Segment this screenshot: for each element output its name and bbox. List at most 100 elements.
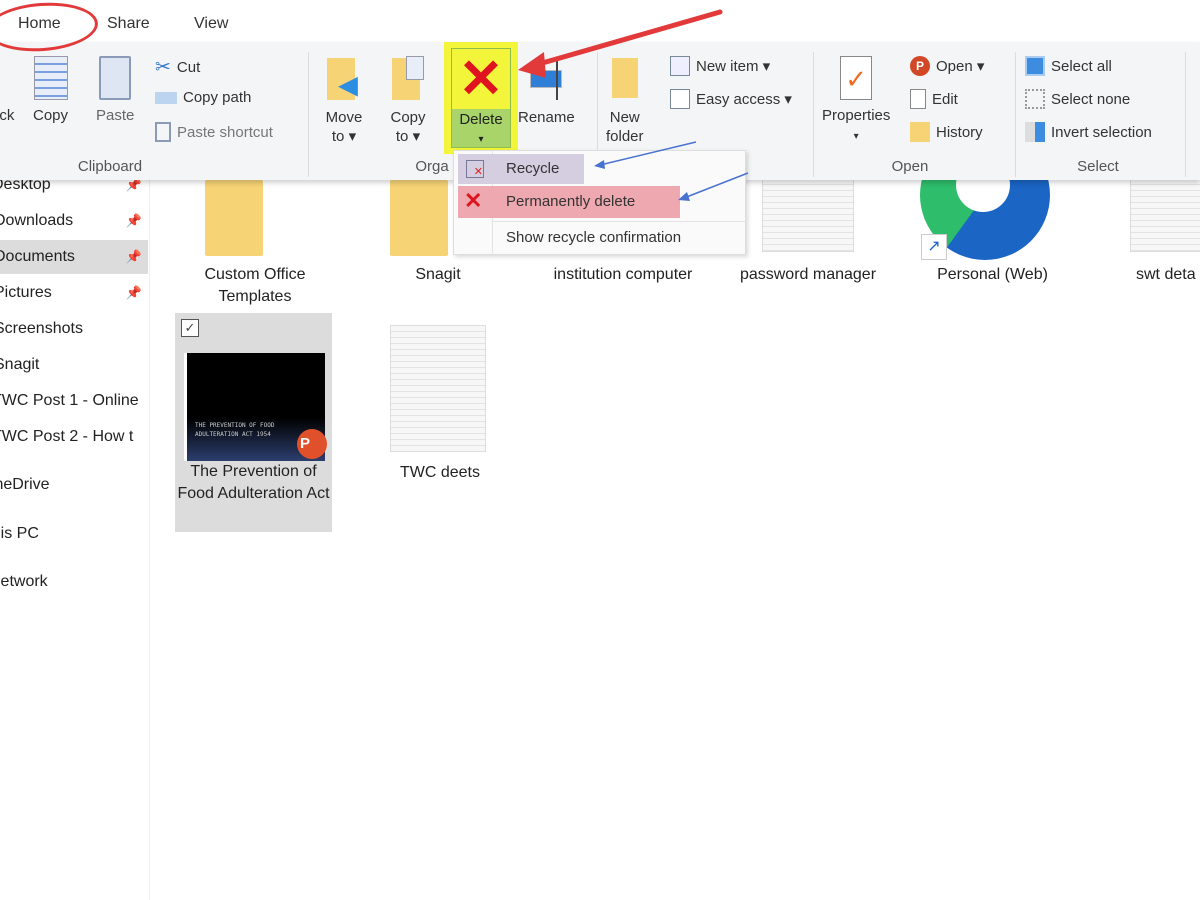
- edit-icon: [910, 89, 926, 109]
- history-label: History: [936, 123, 983, 141]
- file-item[interactable]: swt deta: [1110, 160, 1200, 310]
- copy-label: Copy: [33, 107, 69, 124]
- new-item-button[interactable]: New item ▾: [670, 56, 770, 76]
- rename-label: Rename: [518, 109, 575, 126]
- properties-icon: ✓: [840, 56, 873, 100]
- rename-icon: [526, 56, 566, 102]
- pin-icon: 📌: [125, 213, 142, 228]
- x-icon: ✕: [464, 188, 483, 213]
- pin-quick-access-button[interactable]: ick: [0, 66, 14, 125]
- history-button[interactable]: History: [910, 122, 983, 142]
- select-all-label: Select all: [1051, 57, 1112, 75]
- sidebar-item-this-pc[interactable]: This PC: [0, 519, 148, 549]
- file-item[interactable]: ↗ Personal (Web): [915, 130, 1070, 310]
- recycle-bin-icon: ✕: [466, 160, 484, 178]
- new-folder-button[interactable]: New folder: [606, 58, 644, 146]
- copy-to-label-2: to ▾: [395, 128, 421, 145]
- menu-item-show-recycle-confirmation[interactable]: Show recycle confirmation: [494, 223, 681, 253]
- new-folder-label-2: folder: [606, 128, 644, 145]
- file-name: password manager: [739, 266, 877, 283]
- paste-icon: [99, 56, 132, 100]
- open-label: Open ▾: [936, 58, 985, 75]
- thumbnail-text: THE PREVENTION OF FOOD ADULTERATION ACT …: [195, 422, 275, 438]
- copy-to-button[interactable]: Copy to ▾: [388, 56, 428, 146]
- sidebar-item-downloads[interactable]: Downloads 📌: [0, 206, 148, 236]
- sidebar-item-pictures[interactable]: Pictures 📌: [0, 278, 148, 308]
- edit-button[interactable]: Edit: [910, 89, 958, 109]
- easy-access-icon: [670, 89, 690, 109]
- file-item-selected[interactable]: ✓ THE PREVENTION OF FOOD ADULTERATION AC…: [175, 313, 332, 532]
- cut-button[interactable]: ✂ Cut: [155, 56, 200, 79]
- divider: [308, 52, 309, 177]
- select-all-icon: [1025, 56, 1045, 76]
- paste-shortcut-button[interactable]: Paste shortcut: [155, 122, 273, 142]
- delete-label: Delete: [459, 111, 503, 128]
- file-item[interactable]: TWC deets: [370, 325, 510, 495]
- history-icon: [910, 122, 930, 142]
- menu-item-recycle[interactable]: ✕ Recycle: [458, 154, 584, 184]
- copy-to-icon: [388, 56, 428, 102]
- scissors-icon: ✂: [155, 57, 171, 78]
- sidebar-item-documents[interactable]: Documents 📌: [0, 240, 148, 274]
- select-all-button[interactable]: Select all: [1025, 56, 1112, 76]
- sidebar-item-label: Downloads: [0, 212, 74, 229]
- shortcut-arrow-icon: ↗: [921, 234, 947, 260]
- new-folder-label: New: [609, 109, 640, 126]
- open-button[interactable]: P Open ▾: [910, 56, 984, 76]
- pin-icon: 📌: [125, 285, 142, 300]
- permanently-delete-label: Permanently delete: [506, 193, 636, 210]
- divider: [813, 52, 814, 177]
- file-name: Custom Office Templates: [204, 266, 306, 305]
- new-item-label: New item ▾: [696, 58, 771, 75]
- move-to-label-2: to ▾: [331, 128, 357, 145]
- folder-icon: [390, 180, 448, 256]
- file-name: institution computer: [553, 266, 693, 283]
- properties-arrow: ▾: [853, 131, 859, 142]
- copy-button[interactable]: Copy: [33, 56, 68, 125]
- pin-label: ick: [0, 107, 15, 124]
- sidebar-item-onedrive[interactable]: OneDrive: [0, 470, 148, 500]
- paste-button[interactable]: Paste: [96, 56, 134, 125]
- selection-checkbox[interactable]: ✓: [181, 319, 199, 337]
- paste-shortcut-label: Paste shortcut: [177, 123, 273, 141]
- sidebar-item-label: Pictures: [0, 284, 52, 301]
- menu-item-permanently-delete[interactable]: ✕ Permanently delete: [458, 186, 680, 218]
- edit-label: Edit: [932, 90, 958, 108]
- recycle-label: Recycle: [506, 160, 560, 177]
- tab-share[interactable]: Share: [107, 15, 150, 33]
- rename-button[interactable]: Rename: [518, 56, 575, 127]
- tab-view[interactable]: View: [194, 15, 228, 33]
- copy-path-icon: [155, 91, 177, 104]
- new-folder-icon: [611, 58, 638, 98]
- sidebar-item-network[interactable]: Network: [0, 567, 148, 597]
- properties-button[interactable]: ✓ Properties ▾: [822, 56, 890, 146]
- move-to-button[interactable]: ◀ Move to ▾: [322, 56, 366, 146]
- select-group-label: Select: [1077, 158, 1119, 175]
- file-name: The Prevention of Food Adulteration Act: [177, 463, 330, 502]
- sidebar-item-label: Documents: [0, 248, 75, 265]
- delete-button[interactable]: ✕ Delete ▾: [451, 48, 511, 148]
- powerpoint-icon: P: [910, 56, 930, 76]
- delete-dropdown-menu: ✕ Recycle ✕ Permanently delete Show recy…: [453, 150, 746, 256]
- sidebar-item-screenshots[interactable]: Screenshots: [0, 314, 148, 344]
- invert-selection-label: Invert selection: [1051, 123, 1152, 141]
- file-item[interactable]: password manager: [738, 160, 878, 310]
- copy-path-button[interactable]: Copy path: [155, 89, 251, 106]
- move-to-icon: ◀: [322, 56, 366, 102]
- file-name: Snagit: [415, 266, 461, 283]
- sidebar-item-snagit[interactable]: Snagit: [0, 350, 148, 380]
- new-item-icon: [670, 56, 690, 76]
- delete-dropdown[interactable]: Delete ▾: [452, 109, 510, 147]
- powerpoint-icon: P: [297, 429, 327, 459]
- invert-selection-button[interactable]: Invert selection: [1025, 122, 1152, 142]
- move-to-label: Move: [325, 109, 363, 126]
- document-icon: [390, 325, 486, 452]
- easy-access-button[interactable]: Easy access ▾: [670, 89, 792, 109]
- sidebar-item-twc-post-2[interactable]: TWC Post 2 - How t: [0, 422, 148, 452]
- select-none-button[interactable]: Select none: [1025, 89, 1130, 109]
- file-item[interactable]: Custom Office Templates: [185, 160, 325, 310]
- file-name: TWC deets: [399, 464, 480, 481]
- delete-x-icon: ✕: [458, 49, 504, 109]
- sidebar-item-twc-post-1[interactable]: TWC Post 1 - Online: [0, 386, 148, 416]
- divider: [1185, 52, 1186, 177]
